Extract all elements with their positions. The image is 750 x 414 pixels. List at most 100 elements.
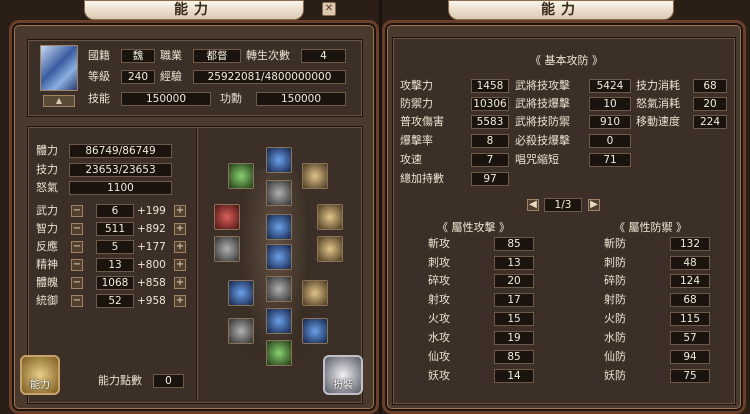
attr-attack-value: 14 xyxy=(494,369,534,383)
equip-slot-right-hand[interactable] xyxy=(317,204,343,230)
combat-stat-label: 攻速 xyxy=(400,153,422,166)
close-icon[interactable]: ✕ xyxy=(322,2,336,16)
stat-label-intellect: 智力 xyxy=(36,222,58,235)
stat-minus-button[interactable]: − xyxy=(71,259,83,271)
combat-stat-value: 71 xyxy=(589,153,631,167)
stat-minus-button[interactable]: − xyxy=(71,223,83,235)
equip-slot-pet[interactable] xyxy=(266,340,292,366)
job-label: 職業 xyxy=(160,49,182,62)
equip-slot-shield[interactable] xyxy=(317,236,343,262)
equip-slot-right-ring[interactable] xyxy=(302,163,328,189)
attr-defense-label: 碎防 xyxy=(604,274,626,287)
equip-slot-necklace[interactable] xyxy=(266,180,292,206)
attr-defense-value: 68 xyxy=(670,293,710,307)
nation-label: 國籍 xyxy=(88,49,110,62)
attr-defense-label: 刺防 xyxy=(604,256,626,269)
combat-stat-label: 攻擊力 xyxy=(400,79,433,92)
attr-attack-label: 火攻 xyxy=(428,312,450,325)
attr-attack-value: 17 xyxy=(494,293,534,307)
vital-label-rage: 怒氣 xyxy=(36,181,58,194)
level-value: 240 xyxy=(121,70,155,84)
equip-slot-bracer[interactable] xyxy=(228,280,254,306)
attr-defense-label: 射防 xyxy=(604,293,626,306)
stat-plus-button[interactable]: + xyxy=(174,241,186,253)
stat-plus-button[interactable]: + xyxy=(174,295,186,307)
stat-minus-button[interactable]: − xyxy=(71,295,83,307)
attribute-attack-header: 《 屬性攻擊 》 xyxy=(437,221,510,234)
combat-stat-value: 910 xyxy=(589,115,631,129)
attribute-defense-header: 《 屬性防禦 》 xyxy=(614,221,687,234)
combat-stat-label: 防禦力 xyxy=(400,97,433,110)
attr-defense-value: 48 xyxy=(670,256,710,270)
equip-slot-left-ring[interactable] xyxy=(228,163,254,189)
page-next-button[interactable]: ▶ xyxy=(588,199,600,211)
stat-bonus-command: +958 xyxy=(137,295,166,307)
costume-button[interactable]: 扮裝 xyxy=(323,355,363,395)
stat-plus-button[interactable]: + xyxy=(174,205,186,217)
equip-slot-pants[interactable] xyxy=(266,276,292,302)
stats-divider xyxy=(196,128,197,400)
attr-attack-label: 妖攻 xyxy=(428,369,450,382)
attr-attack-value: 15 xyxy=(494,312,534,326)
equip-slot-gloves[interactable] xyxy=(302,318,328,344)
combat-stat-value: 0 xyxy=(589,134,631,148)
stat-bonus-intellect: +892 xyxy=(137,223,166,235)
attr-defense-label: 水防 xyxy=(604,331,626,344)
page-prev-button[interactable]: ◀ xyxy=(527,199,539,211)
stat-plus-button[interactable]: + xyxy=(174,259,186,271)
combat-stat-label: 技力消耗 xyxy=(636,79,680,92)
attr-defense-label: 火防 xyxy=(604,312,626,325)
stat-value-strength: 6 xyxy=(96,204,134,218)
equip-slot-belt[interactable] xyxy=(266,244,292,270)
attr-attack-label: 仙攻 xyxy=(428,350,450,363)
combat-stat-label: 爆擊率 xyxy=(400,134,433,147)
combat-stat-value: 97 xyxy=(471,172,509,186)
skill-value: 150000 xyxy=(121,92,211,106)
exp-label: 經驗 xyxy=(160,70,182,83)
stat-minus-button[interactable]: − xyxy=(71,205,83,217)
equip-slot-armor[interactable] xyxy=(266,214,292,240)
attr-defense-label: 仙防 xyxy=(604,350,626,363)
combat-stat-value: 10306 xyxy=(471,97,509,111)
combat-stat-value: 10 xyxy=(589,97,631,111)
stat-bonus-physique: +858 xyxy=(137,277,166,289)
combat-stat-label: 必殺技爆擊 xyxy=(515,134,570,147)
stat-label-strength: 武力 xyxy=(36,204,58,217)
merit-label: 功勳 xyxy=(220,92,242,105)
exp-value: 25922081/4800000000 xyxy=(193,70,346,84)
vital-value-sp: 23653/23653 xyxy=(69,163,172,177)
stat-plus-button[interactable]: + xyxy=(174,223,186,235)
combat-stat-value: 224 xyxy=(693,115,727,129)
stat-minus-button[interactable]: − xyxy=(71,277,83,289)
stat-label-physique: 體魄 xyxy=(36,276,58,289)
vital-value-rage: 1100 xyxy=(69,181,172,195)
costume-button-label: 扮裝 xyxy=(333,380,353,391)
rebirth-value: 4 xyxy=(301,49,346,63)
combat-stat-value: 1458 xyxy=(471,79,509,93)
stat-minus-button[interactable]: − xyxy=(71,241,83,253)
attr-attack-value: 13 xyxy=(494,256,534,270)
nation-value: 魏 xyxy=(121,49,155,63)
attr-defense-value: 94 xyxy=(670,350,710,364)
equip-slot-left-hand[interactable] xyxy=(214,204,240,230)
equip-slot-boots[interactable] xyxy=(266,308,292,334)
stat-bonus-strength: +199 xyxy=(137,205,166,217)
equip-slot-mount[interactable] xyxy=(228,318,254,344)
stat-bonus-reaction: +177 xyxy=(137,241,166,253)
combat-stat-label: 武將技防禦 xyxy=(515,115,570,128)
merit-value: 150000 xyxy=(256,92,346,106)
attr-defense-value: 132 xyxy=(670,237,710,251)
vital-label-sp: 技力 xyxy=(36,163,58,176)
skill-label: 技能 xyxy=(88,92,110,105)
portrait-arrow-button[interactable]: ▲ xyxy=(43,95,75,107)
stat-plus-button[interactable]: + xyxy=(174,277,186,289)
job-value: 都督 xyxy=(193,49,241,63)
attr-attack-label: 碎攻 xyxy=(428,274,450,287)
attr-defense-label: 妖防 xyxy=(604,369,626,382)
combat-stat-value: 8 xyxy=(471,134,509,148)
ability-button[interactable]: 能力 xyxy=(20,355,60,395)
equip-slot-trinket[interactable] xyxy=(302,280,328,306)
ability-points-value: 0 xyxy=(153,374,184,388)
equip-slot-helmet[interactable] xyxy=(266,147,292,173)
equip-slot-weapon[interactable] xyxy=(214,236,240,262)
